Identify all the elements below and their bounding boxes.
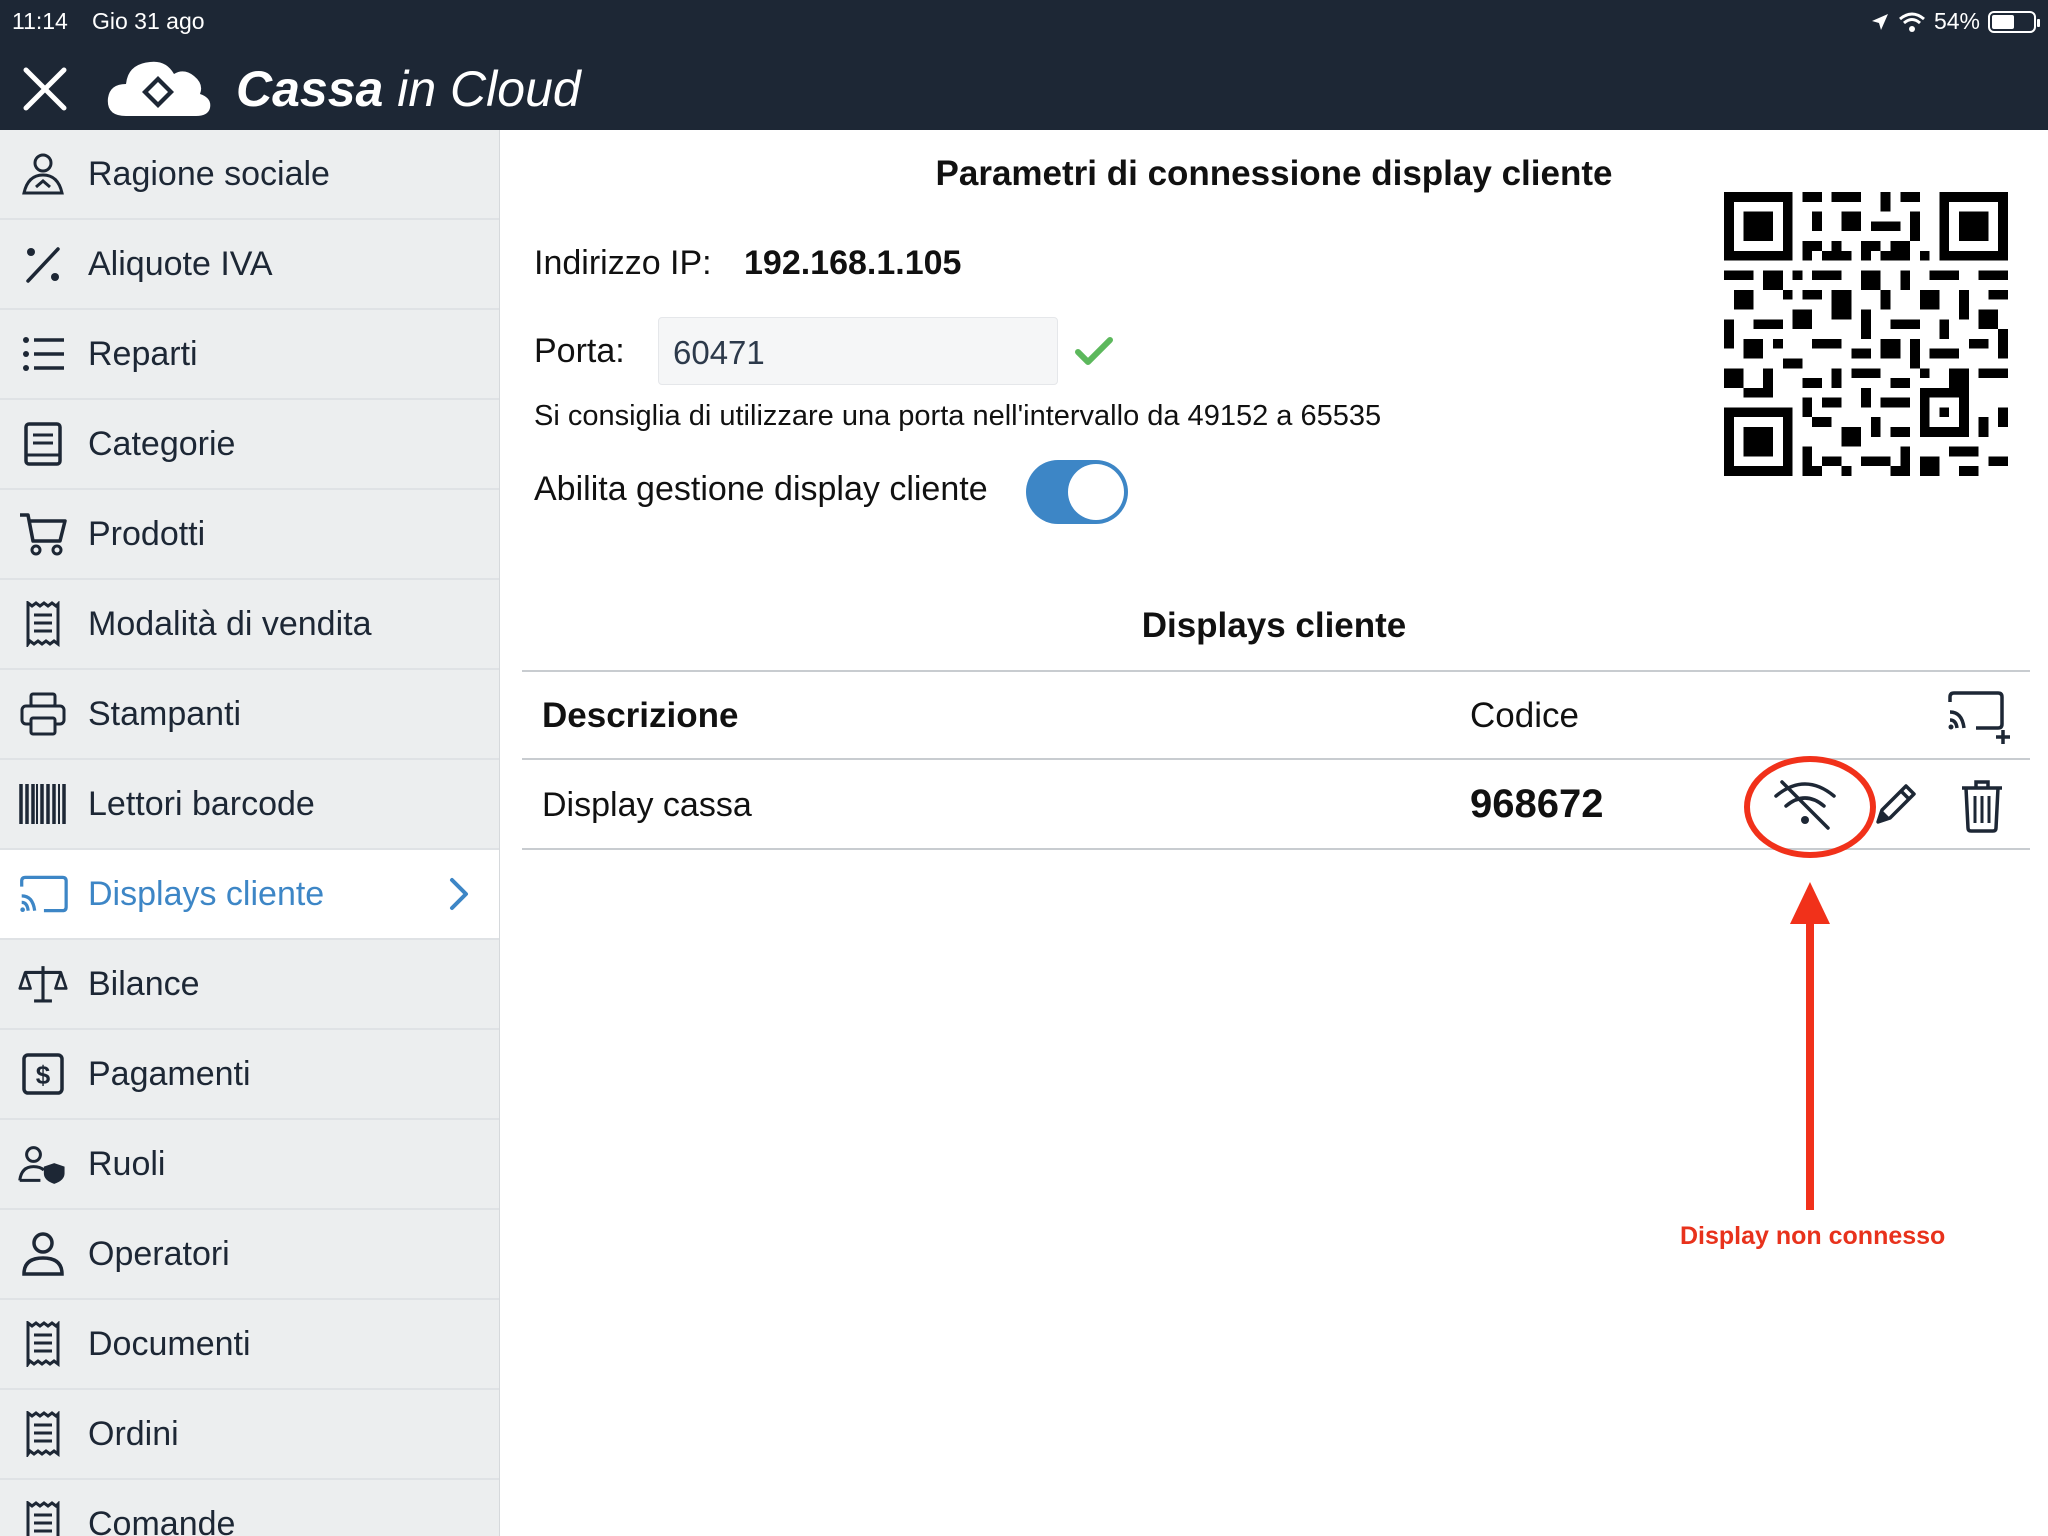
status-date: Gio 31 ago: [92, 8, 205, 34]
receipt-icon: [18, 1319, 68, 1369]
sidebar-item-comande[interactable]: Comande: [0, 1480, 499, 1536]
sidebar-item-lettori-barcode[interactable]: Lettori barcode: [0, 760, 499, 850]
sidebar-item-ragione-sociale[interactable]: Ragione sociale: [0, 130, 499, 220]
printer-icon: [18, 689, 68, 739]
user-icon: [18, 1229, 68, 1279]
display-description: Display cassa: [542, 786, 752, 824]
cast-icon: [18, 869, 68, 919]
edit-pencil-icon[interactable]: [1868, 778, 1922, 832]
qr-code: [1724, 192, 2008, 476]
annotation-circle: [1744, 756, 1876, 858]
col-code-header: Codice: [1470, 696, 1579, 735]
sidebar-item-label: Ordini: [88, 1414, 179, 1453]
sidebar-item-reparti[interactable]: Reparti: [0, 310, 499, 400]
annotation-arrow: [1790, 882, 1830, 1210]
sidebar-item-label: Pagamenti: [88, 1054, 251, 1093]
check-icon: [1075, 337, 1113, 365]
sidebar-item-bilance[interactable]: Bilance: [0, 940, 499, 1030]
sidebar-item-label: Displays cliente: [88, 874, 325, 913]
wifi-icon: [1898, 12, 1925, 32]
list-icon: [18, 329, 68, 379]
sidebar-item-label: Ragione sociale: [88, 154, 330, 193]
sidebar-item-label: Bilance: [88, 964, 200, 1003]
book-icon: [18, 419, 68, 469]
location-icon: [1871, 13, 1888, 30]
sidebar-item-displays-cliente[interactable]: Displays cliente: [0, 850, 499, 940]
sidebar-item-label: Aliquote IVA: [88, 244, 273, 283]
battery-percent: 54%: [1933, 8, 1980, 34]
scale-icon: [18, 959, 68, 1009]
annotation-label: Display non connesso: [1680, 1222, 1946, 1250]
sidebar-item-label: Ruoli: [88, 1144, 166, 1183]
status-time: 11:14: [12, 8, 68, 34]
enable-label: Abilita gestione display cliente: [534, 470, 988, 508]
add-display-icon[interactable]: [1946, 690, 2012, 748]
sidebar-item-aliquote-iva[interactable]: Aliquote IVA: [0, 220, 499, 310]
status-right: 54%: [1870, 8, 2040, 35]
sidebar-item-categorie[interactable]: Categorie: [0, 400, 499, 490]
percent-icon: [18, 239, 68, 289]
enable-display-toggle[interactable]: [1026, 460, 1128, 524]
sidebar-item-label: Prodotti: [88, 514, 206, 553]
port-label: Porta:: [534, 332, 625, 370]
sidebar-item-label: Modalità di vendita: [88, 604, 372, 643]
sidebar-item-pagamenti[interactable]: $ Pagamenti: [0, 1030, 499, 1120]
receipt-icon: [18, 599, 68, 649]
ip-value: 192.168.1.105: [744, 244, 962, 282]
display-code: 968672: [1470, 782, 1604, 826]
receipt-icon: [18, 1409, 68, 1459]
brand-light: in Cloud: [383, 61, 581, 117]
port-hint: Si consiglia di utilizzare una porta nel…: [534, 400, 1382, 432]
close-icon[interactable]: [18, 62, 72, 116]
barcode-icon: [18, 779, 68, 829]
dollar-icon: $: [18, 1049, 68, 1099]
sidebar-item-stampanti[interactable]: Stampanti: [0, 670, 499, 760]
trash-icon[interactable]: [1958, 778, 2006, 834]
ip-label: Indirizzo IP:: [534, 244, 712, 282]
sidebar-item-operatori[interactable]: Operatori: [0, 1210, 499, 1300]
port-input[interactable]: 60471: [658, 317, 1058, 385]
user-shield-icon: [18, 1139, 68, 1189]
top-bar: 11:14 Gio 31 ago 54% Cassa in Cloud: [0, 0, 2048, 130]
sidebar-item-modalita-vendita[interactable]: Modalità di vendita: [0, 580, 499, 670]
brand-bold: Cassa: [236, 61, 384, 117]
sidebar-item-label: Categorie: [88, 424, 236, 463]
cassa-in-cloud-logo: [107, 61, 211, 116]
chevron-right-icon: [450, 878, 468, 910]
sidebar-item-ruoli[interactable]: Ruoli: [0, 1120, 499, 1210]
app-window: { "status_bar": { "time": "11:14", "date…: [0, 0, 2048, 1536]
receipt-icon: [18, 1499, 68, 1536]
sidebar-item-label: Documenti: [88, 1324, 251, 1363]
sidebar-item-label: Comande: [88, 1504, 236, 1536]
company-user-icon: [18, 149, 68, 199]
col-description-header: Descrizione: [542, 696, 739, 735]
svg-text:$: $: [36, 1060, 51, 1090]
sidebar-item-label: Operatori: [88, 1234, 230, 1273]
table-header: Descrizione Codice: [522, 670, 2030, 760]
sidebar-item-label: Lettori barcode: [88, 784, 315, 823]
brand-title: Cassa in Cloud: [236, 60, 581, 118]
sidebar-item-documenti[interactable]: Documenti: [0, 1300, 499, 1390]
cart-icon: [18, 509, 68, 559]
connection-title: Parametri di connessione display cliente: [935, 154, 1613, 193]
status-bar: 11:14 Gio 31 ago 54%: [12, 4, 2040, 36]
displays-title: Displays cliente: [1141, 606, 1407, 645]
sidebar-item-ordini[interactable]: Ordini: [0, 1390, 499, 1480]
toggle-knob: [1068, 464, 1124, 520]
battery-icon: [1988, 10, 2040, 33]
main-panel: Parametri di connessione display cliente…: [500, 130, 2048, 1536]
sidebar: Ragione sociale Aliquote IVA Reparti Cat…: [0, 130, 500, 1536]
sidebar-item-prodotti[interactable]: Prodotti: [0, 490, 499, 580]
sidebar-item-label: Stampanti: [88, 694, 242, 733]
sidebar-item-label: Reparti: [88, 334, 198, 373]
